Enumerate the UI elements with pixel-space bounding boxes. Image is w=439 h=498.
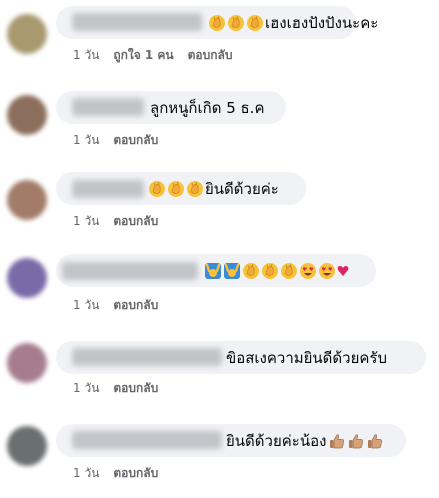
reply-link[interactable]: ตอบกลับ: [113, 464, 158, 483]
comment-item: เฮงเฮงปังปังนะคะ 1 วัน ถูกใจ 1 คน ตอบกลั…: [0, 0, 439, 80]
comment-item: ยินดีด้วยค่ะน้อง 1 วัน ตอบกลับ: [0, 418, 439, 498]
avatar[interactable]: [7, 180, 47, 220]
comment-content: ลูกหนูก็เกิด 5 ธ.ค: [150, 91, 265, 124]
comment-content: เฮงเฮงปังปังนะคะ: [208, 6, 378, 39]
comment-content: ยินดีด้วยค่ะ: [148, 172, 279, 205]
comment-text: เฮงเฮงปังปังนะคะ: [265, 13, 379, 32]
emoji-group: [328, 432, 385, 450]
comment-time[interactable]: 1 วัน: [73, 212, 99, 231]
comment-item: 1 วัน ตอบกลับ: [0, 250, 439, 330]
heart-eyes-icon: [299, 262, 317, 280]
reply-link[interactable]: ตอบกลับ: [113, 296, 158, 315]
comment-text: ลูกหนูก็เกิด 5 ธ.ค: [150, 98, 265, 117]
commenter-name[interactable]: [72, 431, 222, 449]
commenter-name[interactable]: [72, 13, 202, 31]
commenter-name[interactable]: [72, 348, 222, 366]
clap-icon: [280, 262, 298, 280]
thumbs-up-icon: [366, 432, 384, 450]
comment-time[interactable]: 1 วัน: [73, 464, 99, 483]
like-link[interactable]: ถูกใจ: [113, 46, 140, 65]
comment-time[interactable]: 1 วัน: [73, 131, 99, 150]
reply-link[interactable]: ตอบกลับ: [113, 212, 158, 231]
avatar[interactable]: [7, 343, 47, 383]
comment-meta: 1 วัน ตอบกลับ: [73, 379, 172, 398]
emoji-group: [208, 14, 265, 32]
reaction-count[interactable]: 1 คน: [145, 46, 174, 65]
comment-content: ยินดีด้วยค่ะน้อง: [226, 424, 385, 457]
raising-hands-icon: [204, 262, 222, 280]
comment-content: [204, 254, 356, 287]
comment-time[interactable]: 1 วัน: [73, 46, 99, 65]
comment-item: ลูกหนูก็เกิด 5 ธ.ค 1 วัน ตอบกลับ: [0, 85, 439, 165]
clap-icon: [148, 180, 166, 198]
clap-icon: [261, 262, 279, 280]
commenter-name[interactable]: [62, 262, 198, 280]
avatar[interactable]: [7, 95, 47, 135]
comment-time[interactable]: 1 วัน: [73, 296, 99, 315]
comment-meta: 1 วัน ถูกใจ 1 คน ตอบกลับ: [73, 46, 246, 65]
avatar[interactable]: [7, 258, 47, 298]
commenter-name[interactable]: [72, 180, 144, 198]
raising-hands-icon: [223, 262, 241, 280]
comment-text: ยินดีด้วยค่ะ: [205, 179, 279, 198]
emoji-group: [148, 180, 205, 198]
comment-text: ขิอสเงความยินดีด้วยครับ: [226, 348, 387, 367]
emoji-group: [204, 262, 356, 280]
comment-text: ยินดีด้วยค่ะน้อง: [226, 431, 327, 450]
clap-icon: [246, 14, 264, 32]
reply-link[interactable]: ตอบกลับ: [113, 131, 158, 150]
heart-icon: [337, 262, 355, 280]
commenter-name[interactable]: [72, 98, 144, 116]
comment-content: ขิอสเงความยินดีด้วยครับ: [226, 341, 387, 374]
comment-item: ขิอสเงความยินดีด้วยครับ 1 วัน ตอบกลับ: [0, 335, 439, 415]
thumbs-up-icon: [347, 432, 365, 450]
comment-meta: 1 วัน ตอบกลับ: [73, 464, 172, 483]
heart-eyes-icon: [318, 262, 336, 280]
comment-time[interactable]: 1 วัน: [73, 379, 99, 398]
clap-icon: [227, 14, 245, 32]
clap-icon: [186, 180, 204, 198]
comment-meta: 1 วัน ตอบกลับ: [73, 212, 172, 231]
avatar[interactable]: [7, 426, 47, 466]
clap-icon: [208, 14, 226, 32]
comment-meta: 1 วัน ตอบกลับ: [73, 296, 172, 315]
reply-link[interactable]: ตอบกลับ: [113, 379, 158, 398]
clap-icon: [167, 180, 185, 198]
avatar[interactable]: [7, 14, 47, 54]
reply-link[interactable]: ตอบกลับ: [188, 46, 233, 65]
comment-item: ยินดีด้วยค่ะ 1 วัน ตอบกลับ: [0, 170, 439, 250]
thumbs-up-icon: [328, 432, 346, 450]
clap-icon: [242, 262, 260, 280]
comment-meta: 1 วัน ตอบกลับ: [73, 131, 172, 150]
